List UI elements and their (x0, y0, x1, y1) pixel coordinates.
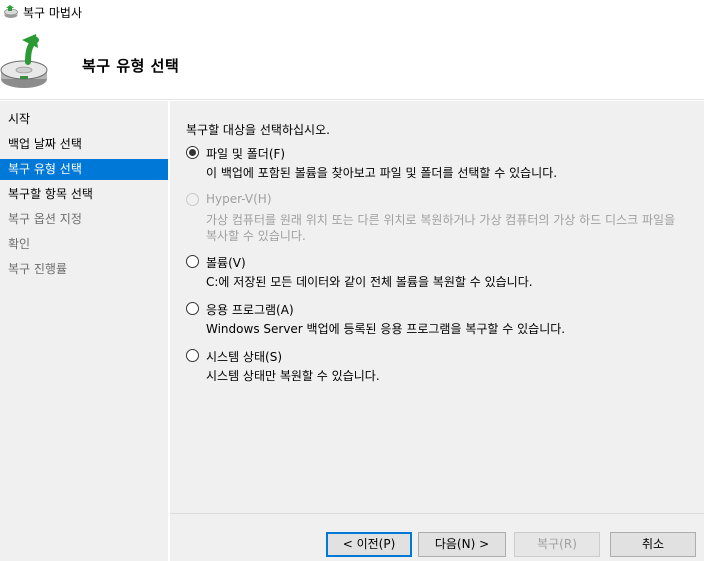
option-description: 이 백업에 포함된 볼륨을 찾아보고 파일 및 폴더를 선택할 수 있습니다. (206, 166, 558, 180)
option-description-line: 가상 컴퓨터를 원래 위치 또는 다른 위치로 복원하거나 가상 컴퓨터의 가상… (206, 213, 676, 227)
step-start[interactable]: 시작 (0, 109, 168, 130)
radio-volume[interactable] (186, 255, 199, 268)
step-recovery-progress: 복구 진행률 (8, 262, 68, 276)
cancel-button[interactable]: 취소 (610, 532, 696, 557)
radio-files-folders[interactable] (186, 146, 199, 159)
option-label[interactable]: 파일 및 폴더(F) (206, 145, 285, 162)
next-button[interactable]: 다음(N) > (418, 532, 506, 557)
option-label[interactable]: 응용 프로그램(A) (206, 301, 294, 318)
radio-system-state[interactable] (186, 349, 199, 362)
wizard-footer: < 이전(P) 다음(N) > 복구(R) 취소 (170, 513, 704, 561)
radio-application[interactable] (186, 302, 199, 315)
wizard-steps-sidebar: 시작 백업 날짜 선택 복구 유형 선택 복구할 항목 선택 복구 옵션 지정 … (0, 101, 168, 561)
option-label[interactable]: 시스템 상태(S) (206, 348, 282, 365)
step-select-backup-date[interactable]: 백업 날짜 선택 (0, 134, 168, 155)
recover-button: 복구(R) (514, 532, 600, 557)
window-title: 복구 마법사 (23, 6, 83, 20)
backup-disk-icon (4, 5, 18, 18)
previous-button[interactable]: < 이전(P) (326, 532, 412, 557)
option-label: Hyper-V(H) (206, 192, 272, 206)
step-recovery-options: 복구 옵션 지정 (8, 212, 82, 226)
radio-hyper-v (186, 193, 199, 206)
option-description: 가상 컴퓨터를 원래 위치 또는 다른 위치로 복원하거나 가상 컴퓨터의 가상… (206, 212, 675, 244)
option-description: C:에 저장된 모든 데이터와 같이 전체 볼륨을 복원할 수 있습니다. (206, 275, 533, 289)
step-select-items[interactable]: 복구할 항목 선택 (0, 184, 168, 205)
option-description-line: 복사할 수 있습니다. (206, 229, 306, 243)
step-select-recovery-type[interactable]: 복구 유형 선택 (0, 159, 168, 180)
step-confirmation: 확인 (8, 237, 31, 251)
main-panel: 복구할 대상을 선택하십시오. 파일 및 폴더(F) 이 백업에 포함된 볼륨을… (170, 101, 704, 513)
recovery-disk-arrow-icon (0, 34, 48, 88)
option-description: Windows Server 백업에 등록된 응용 프로그램을 복구할 수 있습… (206, 322, 566, 336)
title-bar: 복구 마법사 (0, 0, 704, 22)
option-label[interactable]: 볼륨(V) (206, 254, 246, 271)
option-description: 시스템 상태만 복원할 수 있습니다. (206, 369, 380, 383)
page-heading: 복구 유형 선택 (82, 57, 180, 75)
wizard-header: 복구 유형 선택 (0, 22, 704, 100)
prompt-text: 복구할 대상을 선택하십시오. (186, 123, 330, 137)
